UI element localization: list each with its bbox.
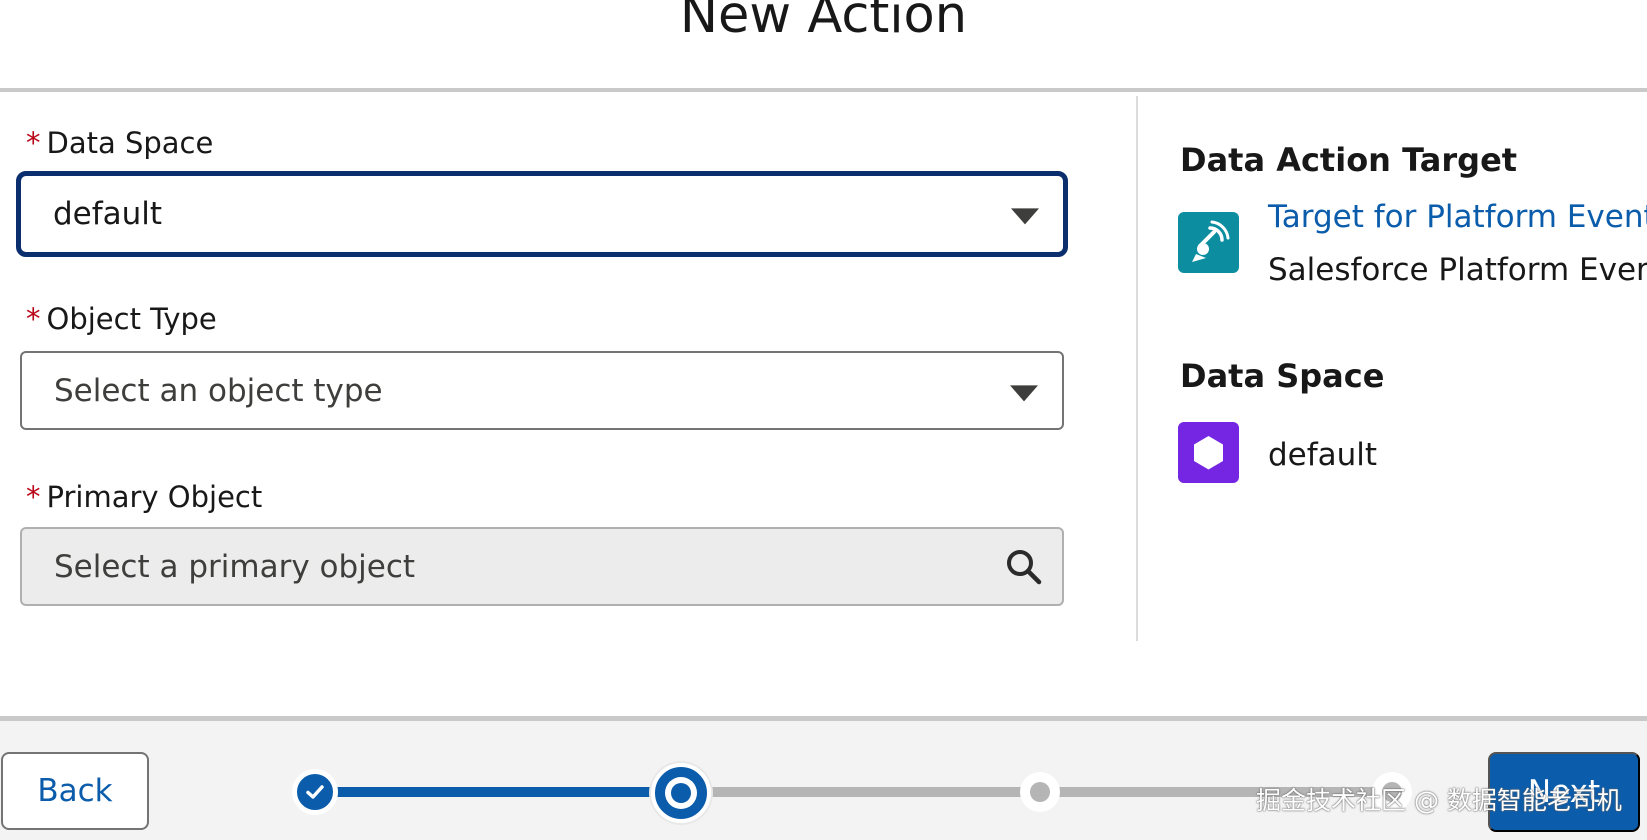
hexagon-icon — [1178, 422, 1239, 483]
data-space-label: * Data Space — [26, 126, 213, 160]
modal-header: New Action — [0, 0, 1647, 92]
required-mark: * — [26, 480, 41, 514]
data-space-label-text: Data Space — [46, 126, 214, 160]
page-title: New Action — [679, 0, 968, 45]
object-type-combobox[interactable]: Select an object type — [20, 351, 1064, 430]
target-type: Salesforce Platform Event — [1268, 252, 1647, 288]
data-space-combobox[interactable]: default — [16, 171, 1068, 257]
required-mark: * — [26, 126, 41, 160]
progress-step-1[interactable] — [292, 769, 338, 815]
primary-object-search[interactable]: Select a primary object — [20, 527, 1064, 606]
target-heading: Data Action Target — [1180, 141, 1518, 179]
data-space-heading: Data Space — [1180, 357, 1385, 395]
panel-divider — [1136, 96, 1138, 641]
required-mark: * — [26, 302, 41, 336]
pending-step-dot — [1030, 782, 1050, 802]
watermark: 掘金技术社区 @ 数据智能老司机 — [1256, 786, 1622, 815]
primary-object-label: * Primary Object — [26, 480, 262, 514]
data-space-value: default — [53, 196, 163, 232]
search-icon[interactable] — [1004, 547, 1044, 587]
progress-step-3[interactable] — [1020, 772, 1060, 812]
caret-down-icon — [1010, 384, 1038, 401]
progress-step-2[interactable] — [651, 763, 711, 823]
back-button[interactable]: Back — [1, 752, 149, 830]
object-type-placeholder: Select an object type — [54, 372, 383, 409]
platform-event-icon — [1178, 212, 1239, 273]
caret-down-icon — [1011, 208, 1039, 225]
primary-object-label-text: Primary Object — [46, 480, 263, 514]
primary-object-placeholder: Select a primary object — [54, 548, 416, 585]
current-step-marker — [665, 777, 697, 809]
data-space-summary-value: default — [1268, 437, 1378, 473]
check-icon — [306, 785, 324, 799]
object-type-label-text: Object Type — [46, 302, 217, 336]
progress-track-complete — [312, 787, 682, 797]
object-type-label: * Object Type — [26, 302, 217, 336]
target-link[interactable]: Target for Platform Event — [1268, 199, 1647, 235]
